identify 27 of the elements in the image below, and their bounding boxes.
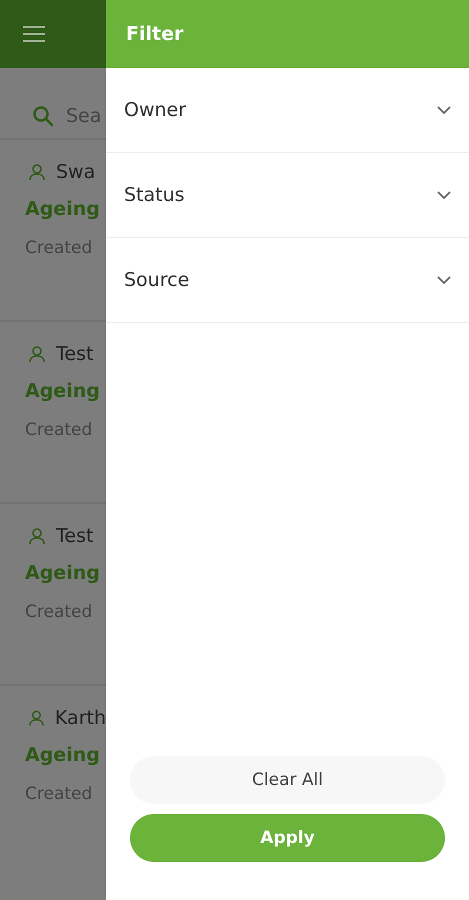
filter-section[interactable]: Owner bbox=[106, 68, 469, 153]
lead-name: Test bbox=[56, 343, 94, 365]
lead-name: Test bbox=[56, 525, 94, 547]
search-field[interactable]: Sea bbox=[66, 105, 106, 127]
chevron-icon bbox=[437, 190, 451, 200]
search-icon bbox=[32, 105, 54, 127]
clear-button[interactable]: Clear All bbox=[130, 756, 445, 804]
filter-title: Filter bbox=[126, 23, 184, 45]
ageing-label: Ageing bbox=[25, 380, 101, 402]
ageing-label: Ageing bbox=[25, 562, 101, 584]
chevron-icon bbox=[437, 106, 451, 114]
lead-name: Karth bbox=[54, 707, 106, 729]
created-label: Created bbox=[25, 420, 94, 440]
ageing-label: Ageing bbox=[25, 744, 101, 766]
chevron-icon bbox=[437, 276, 451, 284]
ageing-label: Ageing bbox=[25, 198, 101, 220]
created-label: Created bbox=[25, 602, 94, 622]
menu-icon[interactable] bbox=[23, 26, 45, 42]
person-icon bbox=[28, 345, 46, 363]
filter-section[interactable]: Source bbox=[106, 238, 469, 323]
filter-section[interactable]: Status bbox=[106, 153, 469, 238]
person-icon bbox=[28, 709, 45, 727]
lead-name: Swa bbox=[56, 161, 96, 183]
created-label: Created bbox=[25, 238, 94, 258]
person-icon bbox=[28, 527, 46, 545]
person-icon bbox=[28, 163, 46, 181]
created-label: Created bbox=[25, 784, 94, 804]
